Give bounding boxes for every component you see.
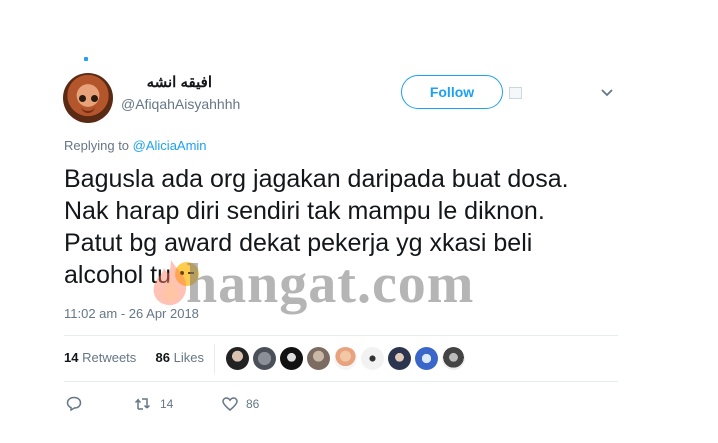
tweet-actions: 14 86 <box>66 396 259 411</box>
follow-button[interactable]: Follow <box>401 75 503 109</box>
like-count: 86 <box>246 396 260 411</box>
liker-avatar[interactable] <box>253 347 276 370</box>
retweets-count[interactable]: 14 <box>64 350 78 365</box>
heart-icon <box>222 396 238 411</box>
likes-label[interactable]: Likes <box>174 350 204 365</box>
retweet-icon <box>134 397 151 410</box>
winking-face-emoji-icon <box>175 262 200 286</box>
avatar-mouth <box>81 106 95 113</box>
replying-to: Replying to @AliciaAmin <box>64 138 207 153</box>
stats-separator <box>214 344 215 374</box>
avatar[interactable] <box>63 73 113 123</box>
tweet-text: Bagusla ada org jagakan daripada buat do… <box>64 163 644 291</box>
liker-avatar[interactable] <box>334 347 357 370</box>
divider <box>64 335 618 336</box>
liker-avatar[interactable] <box>361 347 384 370</box>
reply-button[interactable] <box>66 396 134 411</box>
retweet-count: 14 <box>160 396 174 411</box>
reply-icon <box>66 396 82 411</box>
liker-avatar[interactable] <box>415 347 438 370</box>
likes-count[interactable]: 86 <box>156 350 170 365</box>
tweet-text-line-last: alcohol tu <box>64 259 644 291</box>
liker-avatar[interactable] <box>226 347 249 370</box>
blue-dot <box>84 57 88 61</box>
liker-avatar[interactable] <box>307 347 330 370</box>
replying-to-link[interactable]: @AliciaAmin <box>133 138 207 153</box>
liker-avatar[interactable] <box>442 347 465 370</box>
liker-avatar[interactable] <box>388 347 411 370</box>
display-name[interactable]: افيقه انشه <box>120 73 212 91</box>
tweet-text-line: Nak harap diri sendiri tak mampu le dikn… <box>64 197 545 225</box>
liker-avatar[interactable] <box>280 347 303 370</box>
chevron-down-icon[interactable] <box>600 88 614 98</box>
retweets-label[interactable]: Retweets <box>82 350 136 365</box>
like-button[interactable]: 86 <box>222 397 259 411</box>
avatar-eye <box>79 95 86 102</box>
retweet-button[interactable]: 14 <box>134 397 222 411</box>
tweet-timestamp[interactable]: 11:02 am - 26 Apr 2018 <box>64 306 199 321</box>
replying-prefix: Replying to <box>64 138 133 153</box>
liker-avatars <box>226 347 465 370</box>
user-handle[interactable]: @AfiqahAisyahhhh <box>121 96 240 112</box>
tweet-text-line: Bagusla ada org jagakan daripada buat do… <box>64 165 569 193</box>
tweet-text-line: Patut bg award dekat pekerja yg xkasi be… <box>64 229 533 257</box>
engagement-stats: 14 Retweets 86 Likes <box>64 350 204 365</box>
avatar-eye <box>91 95 98 102</box>
user-menu-icon <box>509 87 522 99</box>
divider <box>64 381 618 382</box>
tweet-text-line: alcohol tu <box>64 261 172 289</box>
